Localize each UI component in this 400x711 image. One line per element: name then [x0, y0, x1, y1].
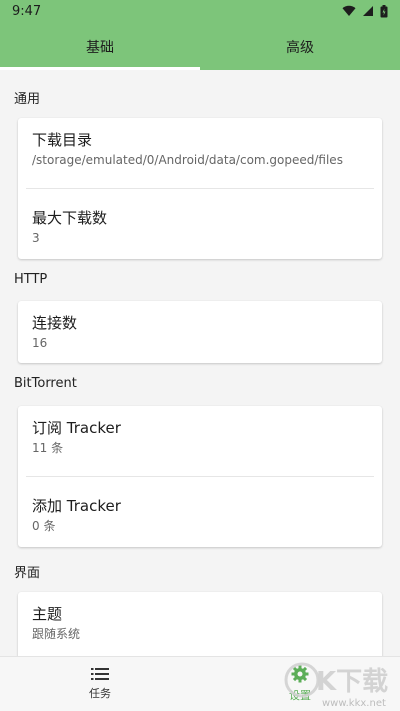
tab-basic[interactable]: 基础	[0, 24, 200, 70]
setting-theme[interactable]: 主题 跟随系统	[18, 604, 382, 642]
setting-add-tracker-value: 0 条	[32, 519, 56, 533]
setting-subscribe-tracker[interactable]: 订阅 Tracker 11 条	[18, 418, 382, 456]
status-time: 9:47	[12, 3, 42, 19]
nav-settings[interactable]: 设置	[200, 657, 400, 711]
signal-icon	[363, 6, 373, 16]
settings-content[interactable]: 通用 下载目录 /storage/emulated/0/Android/data…	[0, 70, 400, 656]
setting-connections[interactable]: 连接数 16	[18, 313, 382, 351]
tab-advanced[interactable]: 高级	[200, 24, 400, 70]
setting-subscribe-tracker-value: 11 条	[32, 441, 64, 455]
setting-max-downloads-title: 最大下载数	[32, 209, 108, 227]
section-title-general: 通用	[14, 92, 41, 107]
setting-add-tracker-title: 添加 Tracker	[32, 497, 121, 515]
section-title-http: HTTP	[14, 272, 48, 287]
divider	[26, 188, 374, 189]
tab-advanced-label: 高级	[286, 40, 314, 56]
battery-icon	[380, 4, 388, 17]
setting-max-downloads-value: 3	[32, 231, 40, 245]
section-title-ui: 界面	[14, 566, 41, 581]
list-icon	[91, 668, 109, 680]
card-ui: 主题 跟随系统	[18, 592, 382, 656]
status-icons	[342, 4, 388, 18]
setting-download-dir[interactable]: 下载目录 /storage/emulated/0/Android/data/co…	[18, 130, 382, 168]
settings-icon	[291, 665, 309, 683]
card-bittorrent: 订阅 Tracker 11 条 添加 Tracker 0 条	[18, 406, 382, 547]
setting-connections-title: 连接数	[32, 314, 78, 332]
setting-connections-value: 16	[32, 336, 48, 350]
setting-download-dir-value: /storage/emulated/0/Android/data/com.gop…	[32, 153, 343, 167]
setting-add-tracker[interactable]: 添加 Tracker 0 条	[18, 496, 382, 534]
tab-bar: 基础 高级	[0, 24, 400, 70]
card-general: 下载目录 /storage/emulated/0/Android/data/co…	[18, 118, 382, 259]
bottom-nav: 任务 设置	[0, 656, 400, 711]
setting-theme-value: 跟随系统	[32, 627, 81, 641]
status-bar: 9:47	[0, 0, 400, 22]
setting-download-dir-title: 下载目录	[32, 131, 93, 149]
app-header: 9:47 基础 高级	[0, 0, 400, 70]
divider	[26, 476, 374, 477]
nav-tasks-label: 任务	[89, 687, 111, 700]
card-http: 连接数 16	[18, 301, 382, 363]
tab-basic-label: 基础	[86, 40, 114, 56]
setting-max-downloads[interactable]: 最大下载数 3	[18, 208, 382, 246]
setting-subscribe-tracker-title: 订阅 Tracker	[32, 419, 121, 437]
nav-settings-label: 设置	[289, 689, 311, 702]
wifi-icon	[342, 5, 356, 16]
section-title-bittorrent: BitTorrent	[14, 376, 77, 391]
setting-theme-title: 主题	[32, 605, 63, 623]
nav-tasks[interactable]: 任务	[0, 657, 200, 711]
